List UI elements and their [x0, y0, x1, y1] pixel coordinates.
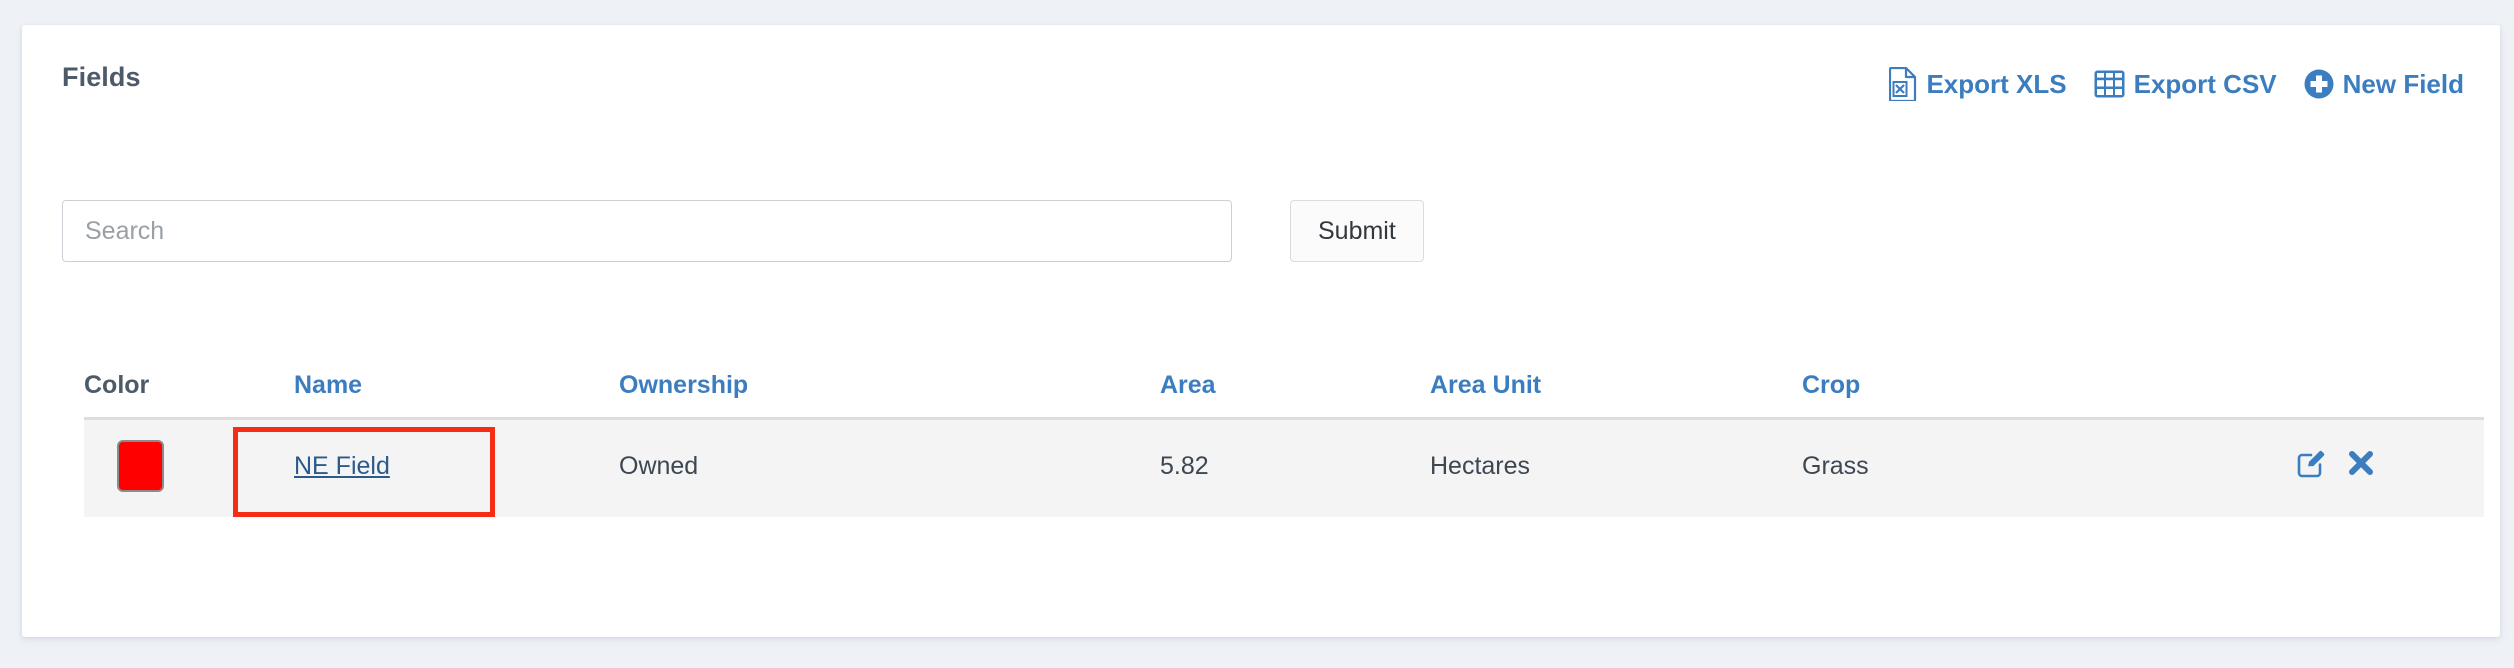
column-header-color: Color [84, 371, 149, 400]
field-color-swatch [117, 440, 164, 492]
fields-card: Fields Export XLS [22, 25, 2500, 637]
cell-area: 5.82 [1160, 452, 1209, 481]
annotation-highlight [233, 427, 495, 517]
export-xls-button[interactable]: Export XLS [1889, 67, 2066, 101]
table-header-row: Color Name Ownership Area Area Unit Crop [62, 355, 2484, 417]
export-xls-label: Export XLS [1926, 69, 2066, 100]
cell-area-unit: Hectares [1430, 452, 1530, 481]
card-header: Fields Export XLS [22, 25, 2500, 125]
table-row[interactable]: NE Field Owned 5.82 Hectares Grass [84, 417, 2484, 517]
export-csv-label: Export CSV [2134, 69, 2277, 100]
column-header-name[interactable]: Name [294, 371, 362, 400]
export-csv-button[interactable]: Export CSV [2094, 69, 2277, 100]
search-input[interactable] [62, 200, 1232, 262]
column-header-ownership[interactable]: Ownership [619, 371, 748, 400]
new-field-button[interactable]: New Field [2304, 69, 2464, 100]
column-header-crop[interactable]: Crop [1802, 371, 1860, 400]
fields-page: Fields Export XLS [0, 0, 2514, 668]
new-field-label: New Field [2343, 69, 2464, 100]
edit-icon[interactable] [2296, 448, 2326, 478]
page-title: Fields [62, 62, 141, 93]
search-row: Submit [62, 200, 1424, 262]
submit-button[interactable]: Submit [1290, 200, 1424, 262]
cell-crop: Grass [1802, 452, 1869, 481]
delete-icon[interactable] [2348, 450, 2374, 476]
column-header-area[interactable]: Area [1160, 371, 1216, 400]
column-header-area-unit[interactable]: Area Unit [1430, 371, 1541, 400]
file-excel-icon [1889, 67, 1917, 101]
cell-ownership: Owned [619, 452, 698, 481]
row-actions [2296, 448, 2374, 478]
table-grid-icon [2094, 70, 2125, 98]
plus-circle-icon [2304, 69, 2334, 99]
header-actions: Export XLS [1889, 67, 2464, 101]
fields-table: Color Name Ownership Area Area Unit Crop… [62, 355, 2484, 517]
